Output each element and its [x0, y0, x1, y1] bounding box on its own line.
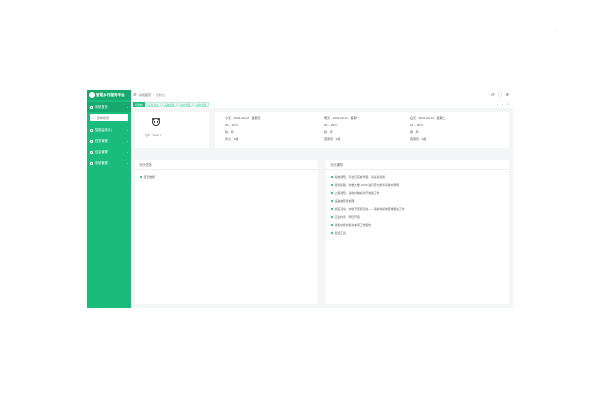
bullet-icon	[331, 192, 333, 195]
settings-icon	[90, 161, 93, 165]
bullet-icon	[331, 184, 333, 187]
notice-item[interactable]: 设备故障待处理	[331, 199, 354, 203]
menu-search-input[interactable]	[97, 115, 125, 120]
stray-mark: '	[556, 30, 557, 34]
notice-item[interactable]: 卫生检查：明日开展	[331, 215, 360, 219]
tab-controls: ‹ › ×	[493, 101, 509, 107]
sidebar-item-tasks[interactable]: 任务管理 ›	[87, 136, 131, 146]
list-item: 暂无数据	[140, 175, 155, 179]
tab-next-icon[interactable]: ›	[502, 102, 503, 106]
weather-wind: 西南风 · 2级	[410, 137, 427, 141]
bullet-icon	[331, 200, 333, 203]
today-tasks-panel: 今日任务 暂无数据	[135, 160, 318, 304]
avatar	[151, 117, 161, 128]
app-window: 智慧乡村服务平台 系统首页 › ⌕ 智能监测(1) › 任务管理 › 信息管理 …	[87, 90, 513, 308]
today-notices-panel: 今日通知 系统通知：平台已完成升级，请注意使用 巡查提醒：村委大楼 10:00 …	[326, 160, 509, 304]
weather-card: 今天 · 2023-09-10 · 星期日 25 ~ 31°C 晴 · 风 风力…	[215, 112, 509, 148]
notice-item[interactable]: 反馈汇总	[331, 231, 346, 235]
tab-console[interactable]: 控制台	[133, 101, 145, 107]
bullet-icon	[331, 176, 333, 179]
chevron-icon: ›	[127, 161, 128, 165]
menu-icon[interactable]: ☰	[133, 92, 137, 98]
chevron-icon: ›	[127, 150, 128, 154]
tab-task-list[interactable]: 任务列表	[146, 101, 161, 107]
toolbar-icons: ⟳ ⛶ ⚙	[487, 92, 509, 98]
notice-item[interactable]: 社区活动：中秋节庆祝活动——请各村提前安排相关工作	[331, 207, 405, 211]
weather-date: 今天 · 2023-09-10 · 星期日	[225, 116, 261, 120]
tab-close-icon[interactable]: ×	[507, 102, 509, 106]
weather-wind: 西南风 · 2级	[324, 137, 341, 141]
breadcrumb-current: 控制台	[155, 93, 165, 97]
tab-role-manage[interactable]: 角色管理	[194, 101, 209, 107]
tab-prev-icon[interactable]: ‹	[497, 102, 498, 106]
tab-device-manage[interactable]: 设备管理	[162, 101, 177, 107]
home-icon	[90, 105, 93, 109]
notice-text: 巡查提醒：村委大楼 10:00 进行安全检查请准时到场	[334, 183, 400, 187]
menu-search[interactable]: ⌕	[90, 114, 128, 121]
bullet-icon	[331, 224, 333, 227]
refresh-icon[interactable]: ⟳	[491, 92, 494, 97]
weather-date: 明天 · 2023-09-11 · 星期一	[324, 116, 360, 120]
weather-temp: 24 ~ 30°C	[410, 123, 424, 127]
sidebar-item-label: 智能监测(1)	[95, 128, 112, 132]
app-title: 智慧乡村服务平台	[96, 93, 125, 97]
weather-condition: 晴 · 风	[225, 130, 234, 134]
tab-user-manage[interactable]: 用户管理	[178, 101, 193, 107]
stray-mark: ,	[541, 97, 542, 101]
weather-date: 后天 · 2023-09-12 · 星期二	[410, 116, 446, 120]
weather-condition: 晴 · 风	[324, 130, 333, 134]
bullet-icon	[140, 176, 142, 179]
bullet-icon	[331, 208, 333, 211]
notice-text: 反馈汇总	[334, 231, 346, 235]
notice-item[interactable]: 系统通知：平台已完成升级，请注意使用	[331, 175, 385, 179]
profile-card: 用户 · Super 1	[135, 112, 209, 148]
profile-name: 用户 · Super 1	[145, 134, 162, 137]
panel-title: 今日任务	[139, 163, 152, 167]
notice-item[interactable]: 请各村按时提交本周工作报告	[331, 223, 371, 227]
sidebar-item-label: 系统首页	[95, 105, 108, 109]
notice-text: 设备故障待处理	[334, 199, 355, 203]
bullet-icon	[331, 232, 333, 235]
sidebar-item-home[interactable]: 系统首页 ›	[87, 102, 131, 112]
notice-text: 请各村按时提交本周工作报告	[334, 223, 371, 227]
info-icon	[90, 150, 93, 154]
logo-icon	[89, 92, 95, 98]
sidebar-item-label: 信息管理	[95, 150, 108, 154]
task-icon	[90, 139, 93, 143]
sidebar-item-label: 系统管理	[95, 161, 108, 165]
breadcrumb-item[interactable]: 系统首页	[139, 93, 151, 97]
settings-icon[interactable]: ⚙	[505, 92, 509, 97]
weather-temp: 26 ~ 32°C	[324, 123, 338, 127]
notice-item[interactable]: 上级通知：请各村做好防汛准备工作	[331, 191, 379, 195]
panel-title: 今日通知	[330, 163, 343, 167]
weather-temp: 25 ~ 31°C	[225, 123, 239, 127]
notice-text: 卫生检查：明日开展	[334, 215, 360, 219]
fullscreen-icon[interactable]: ⛶	[499, 92, 502, 97]
logo[interactable]: 智慧乡村服务平台	[87, 90, 131, 100]
sidebar-item-system[interactable]: 系统管理 ›	[87, 158, 131, 168]
sidebar: 智慧乡村服务平台 系统首页 › ⌕ 智能监测(1) › 任务管理 › 信息管理 …	[87, 90, 131, 308]
notice-text: 系统通知：平台已完成升级，请注意使用	[334, 175, 385, 179]
notice-text: 社区活动：中秋节庆祝活动——请各村提前安排相关工作	[334, 207, 405, 211]
chevron-icon: ›	[127, 105, 128, 109]
monitor-icon	[90, 128, 93, 132]
breadcrumb: 系统首页 / 控制台	[139, 92, 165, 98]
sidebar-item-monitor[interactable]: 智能监测(1) ›	[87, 125, 131, 135]
breadcrumb-separator: /	[153, 93, 154, 97]
avatar-eye	[153, 121, 156, 123]
search-icon: ⌕	[92, 115, 94, 120]
weather-condition: 阴 · 风	[410, 130, 419, 134]
sidebar-item-info[interactable]: 信息管理 ›	[87, 147, 131, 157]
weather-wind: 风力 · 3级	[225, 137, 239, 141]
list-item-text: 暂无数据	[143, 175, 155, 179]
bullet-icon	[331, 216, 333, 219]
chevron-icon: ›	[127, 128, 128, 132]
tab-bar: 控制台 任务列表 设备管理 用户管理 角色管理 ‹ › ×	[131, 100, 513, 108]
notice-text: 上级通知：请各村做好防汛准备工作	[334, 191, 380, 195]
sidebar-item-label: 任务管理	[95, 139, 108, 143]
notice-item[interactable]: 巡查提醒：村委大楼 10:00 进行安全检查请准时到场	[331, 183, 399, 187]
chevron-icon: ›	[127, 139, 128, 143]
